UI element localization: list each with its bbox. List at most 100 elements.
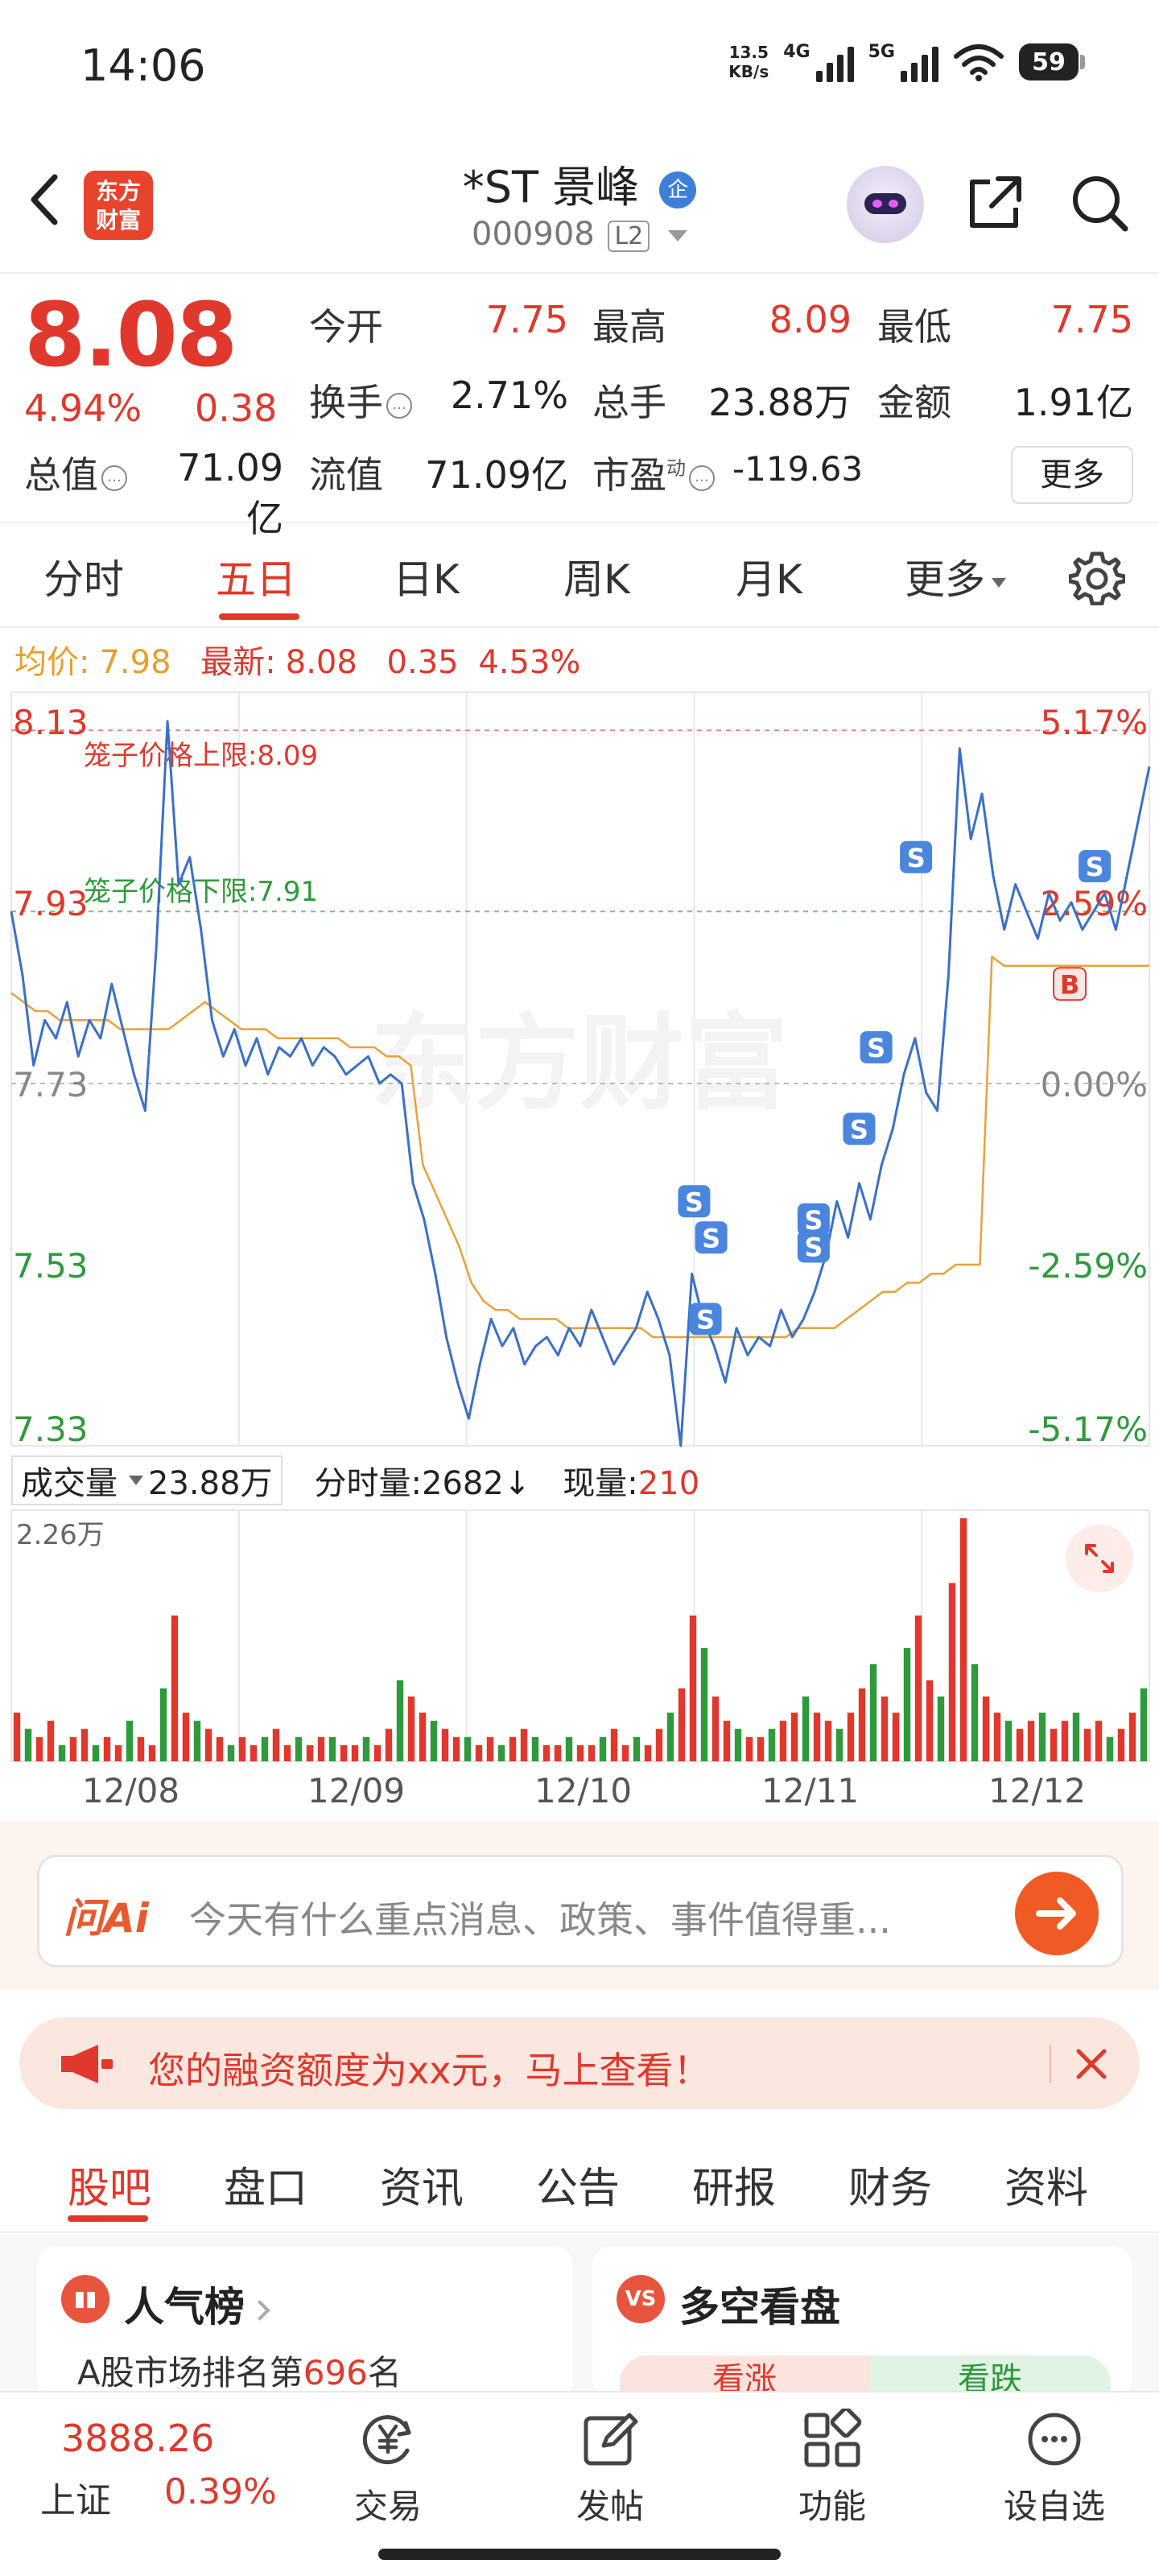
lower-limit-label: 笼子价格下限:7.91 [84, 876, 318, 908]
volume-bar [396, 1680, 404, 1761]
caret-down-icon [129, 1476, 143, 1485]
volume-bar [328, 1736, 336, 1761]
volume-bar [407, 1696, 415, 1761]
volume-chart[interactable]: 2.26万 [0, 1505, 1159, 1763]
banner-text: 您的融资额度为xx元，马上查看！ [148, 2049, 711, 2092]
volume-bar [317, 1736, 325, 1761]
volume-bar [58, 1744, 66, 1761]
tab-pankou[interactable]: 盘口 [224, 2154, 307, 2215]
volume-bar [937, 1696, 945, 1761]
volume-bar [1128, 1712, 1136, 1761]
volume-bar [621, 1744, 629, 1761]
expand-chart-button[interactable] [1066, 1525, 1133, 1592]
volume-bar [1016, 1728, 1024, 1761]
stock-code: 000908 [472, 216, 595, 253]
volume-bar [588, 1744, 596, 1761]
volume-bar [182, 1712, 190, 1761]
grid-apps-icon [804, 2406, 862, 2467]
active-tab-underline [219, 613, 299, 620]
nav-post[interactable]: 发帖 [546, 2409, 674, 2529]
info-icon[interactable]: … [689, 464, 715, 491]
volume-bar [340, 1744, 348, 1761]
tab-five-day[interactable]: 五日 [216, 547, 296, 605]
volume-bar [835, 1728, 843, 1761]
tab-research[interactable]: 研报 [692, 2154, 776, 2215]
latest-legend: 最新: 8.08 [200, 644, 367, 681]
wifi-icon [954, 44, 1004, 81]
volume-bar [261, 1736, 269, 1761]
tab-monthly-k[interactable]: 月K [736, 547, 802, 605]
volume-bar [103, 1736, 111, 1761]
info-icon[interactable]: … [101, 464, 127, 491]
tab-intraday[interactable]: 分时 [43, 547, 124, 605]
tab-profile[interactable]: 资料 [1004, 2154, 1088, 2215]
bottom-navigation: 3888.26 上证 0.39% 交易 发帖 功能 设自选 [0, 2391, 1159, 2576]
financing-banner[interactable]: 您的融资额度为xx元，马上查看！ [19, 2017, 1140, 2109]
volume-bar [250, 1744, 258, 1761]
ai-input-placeholder[interactable]: 今天有什么重点消息、政策、事件值得重... [189, 1891, 994, 1944]
info-icon[interactable]: … [386, 392, 412, 419]
edit-icon [584, 2413, 638, 2466]
watermark: 东方财富 [370, 1002, 789, 1125]
volume-bar [441, 1728, 449, 1761]
amount-value: 1.91亿 [1013, 381, 1133, 424]
ai-send-button[interactable] [1015, 1872, 1099, 1955]
more-button[interactable]: 更多 [1011, 446, 1133, 504]
nav-functions[interactable]: 功能 [768, 2406, 897, 2529]
volume-bar [802, 1696, 810, 1761]
popularity-card[interactable]: ▮▮ 人气榜 A股市场排名第696名 [37, 2246, 573, 2399]
arrow-right-icon [1036, 1897, 1076, 1930]
volume-bar [948, 1583, 956, 1761]
volume-bar [903, 1648, 911, 1761]
tab-announcements[interactable]: 公告 [536, 2154, 620, 2215]
settings-gear-icon[interactable] [1069, 549, 1125, 605]
tab-daily-k[interactable]: 日K [393, 547, 460, 605]
vs-icon: VS [617, 2275, 665, 2323]
volume-bar [610, 1728, 618, 1761]
amount-label: 金额 [877, 381, 951, 424]
volume-bar [1027, 1720, 1035, 1761]
ai-ask-box[interactable]: 问Ai 今天有什么重点消息、政策、事件值得重... [37, 1855, 1124, 1967]
cell-signal-5g-icon: 5G [868, 42, 938, 82]
bar-chart-icon: ▮▮ [61, 2275, 109, 2323]
tab-news[interactable]: 资讯 [380, 2154, 464, 2215]
y-tick-left: 7.33 [13, 1410, 89, 1449]
volume-value: 23.88万 [708, 381, 852, 424]
volume-bar [734, 1728, 742, 1761]
rank-prefix: A股市场排名第 [77, 2353, 303, 2392]
volume-bar [790, 1712, 798, 1761]
volume-select-label: 成交量 [21, 1465, 118, 1502]
volume-bar [869, 1664, 877, 1761]
tab-finance[interactable]: 财务 [848, 2154, 932, 2215]
volume-bar [283, 1744, 291, 1761]
bull-bear-card[interactable]: VS 多空看盘 看涨 看跌 [592, 2246, 1132, 2399]
volume-bar [464, 1736, 472, 1761]
tab-guba[interactable]: 股吧 [68, 2154, 151, 2215]
avg-value: 7.98 [99, 644, 171, 681]
megaphone-icon [61, 2045, 113, 2083]
five-day-price-chart[interactable]: 东方财富 笼子价格上限:8.09 笼子价格下限:7.91 8.13 5.17% 7.93 2… [0, 689, 1159, 1451]
nav-add-watchlist[interactable]: 设自选 [990, 2409, 1119, 2529]
volume-bar [227, 1744, 235, 1761]
volume-bar [847, 1712, 855, 1761]
volume-bar [1095, 1720, 1103, 1761]
rank-suffix: 名 [367, 2353, 402, 2392]
close-icon[interactable] [1066, 2038, 1117, 2090]
rank-number: 696 [303, 2353, 368, 2392]
tab-more[interactable]: 更多 [905, 547, 1006, 605]
popularity-rank: A股市场排名第696名 [77, 2346, 402, 2395]
volume-bar [914, 1615, 922, 1761]
sell-marker-label: S [1086, 852, 1104, 882]
ai-robot-avatar[interactable] [847, 166, 924, 243]
tab-weekly-k[interactable]: 周K [563, 547, 630, 605]
robot-eye-left [872, 200, 882, 208]
volume-indicator-select[interactable]: 成交量 23.88万 [11, 1455, 283, 1505]
avg-label: 均价: [14, 644, 90, 681]
share-button[interactable] [963, 171, 1027, 235]
cards-area: ▮▮ 人气榜 A股市场排名第696名 VS 多空看盘 看涨 看跌 [0, 2235, 1159, 2399]
volume-bar [858, 1688, 866, 1761]
nav-trade[interactable]: 交易 [324, 2409, 452, 2529]
search-button[interactable] [1067, 171, 1132, 235]
stock-header: 东方 财富 *ST 景峰 企 000908 L2 [0, 137, 1159, 274]
volume-bar [47, 1720, 55, 1761]
